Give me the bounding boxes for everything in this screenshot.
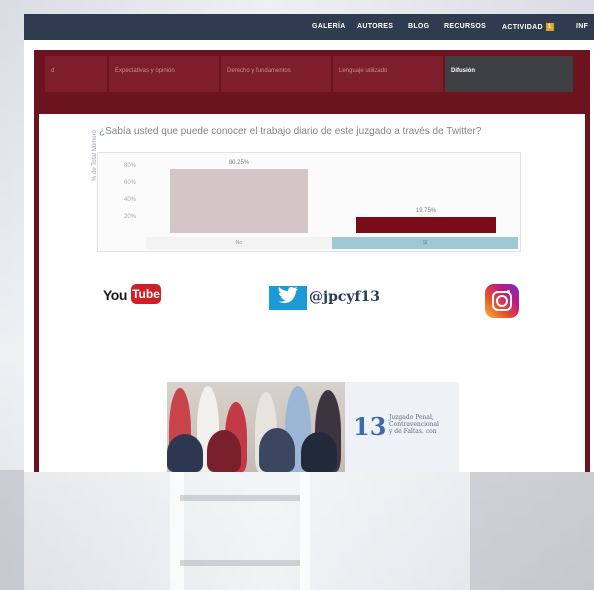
backdrop-post [170, 470, 184, 590]
y-tick-label: 20% [124, 214, 137, 220]
tab-difusion[interactable]: Difusión [445, 56, 573, 92]
twitter-handle[interactable]: @jpcyf13 [309, 289, 380, 305]
backdrop-post [300, 470, 310, 590]
nav-info[interactable]: INF [576, 23, 588, 30]
tab-lenguaje[interactable]: Lenguaje utilizado [333, 56, 443, 92]
court-logo-line: y de Faltas. con [389, 428, 437, 435]
tab-expectativas[interactable]: Expectativas y opinión [109, 56, 219, 92]
nav-actividad[interactable]: ACTIVIDAD 1 [502, 23, 554, 31]
nav-blog[interactable]: BLOG [408, 23, 429, 30]
team-photo [167, 382, 345, 472]
chart-data-label: 80.25% [228, 159, 250, 166]
twitter-bird-icon[interactable] [269, 286, 307, 310]
y-axis-label: % de Total Número [92, 130, 98, 181]
court-logo-number: 13 [353, 412, 387, 441]
dashboard-frame: d Expectativas y opinión Derecho y funda… [34, 50, 590, 472]
person-figure [301, 432, 337, 472]
backdrop-shadow [470, 470, 594, 590]
chart-data-label: 19.75% [415, 208, 437, 215]
y-tick-label: 80% [124, 163, 137, 169]
nav-autores[interactable]: AUTORES [357, 23, 393, 30]
survey-question: ¿Sabía usted que puede conocer el trabaj… [99, 126, 482, 137]
tab-d[interactable]: d [45, 56, 107, 92]
y-tick-label: 60% [124, 180, 137, 186]
tab-derecho[interactable]: Derecho y fundamentos [221, 56, 331, 92]
person-figure [167, 434, 203, 472]
court-logo-line: Contravencional [389, 421, 439, 428]
chart-bar-no [170, 168, 308, 233]
youtube-logo-word[interactable]: You [103, 287, 127, 303]
top-navigation: GALERÍA AUTORES BLOG RECURSOS ACTIVIDAD 1… [24, 14, 594, 40]
screen-capture: GALERÍA AUTORES BLOG RECURSOS ACTIVIDAD 1… [24, 14, 594, 472]
nav-actividad-label[interactable]: ACTIVIDAD [502, 24, 543, 31]
youtube-logo-box[interactable]: Tube [131, 284, 161, 304]
instagram-dot [507, 290, 510, 293]
team-photo-card: 13 Juzgado Penal, Contravencional y de F… [167, 382, 459, 472]
tab-bar: d Expectativas y opinión Derecho y funda… [39, 50, 585, 114]
x-tick-label: No [146, 237, 332, 249]
court-logo-text: Juzgado Penal, Contravencional y de Falt… [389, 414, 439, 435]
instagram-icon[interactable] [485, 284, 519, 318]
backdrop-bar [180, 495, 300, 501]
backdrop-shadow [0, 470, 24, 590]
nav-galeria[interactable]: GALERÍA [312, 23, 346, 30]
court-logo-line: Juzgado Penal, [389, 414, 434, 421]
person-figure [259, 428, 295, 472]
activity-badge: 1 [545, 23, 554, 31]
bar-chart: % de Total Número 80% 60% 40% 20% No Sí … [92, 130, 521, 252]
chart-bar-sí [356, 217, 496, 233]
person-figure [207, 430, 241, 472]
backdrop-bar [180, 560, 300, 566]
y-tick-label: 40% [124, 197, 137, 203]
x-tick-label: Sí [332, 237, 518, 249]
nav-recursos[interactable]: RECURSOS [444, 23, 486, 30]
instagram-lens [496, 295, 508, 307]
